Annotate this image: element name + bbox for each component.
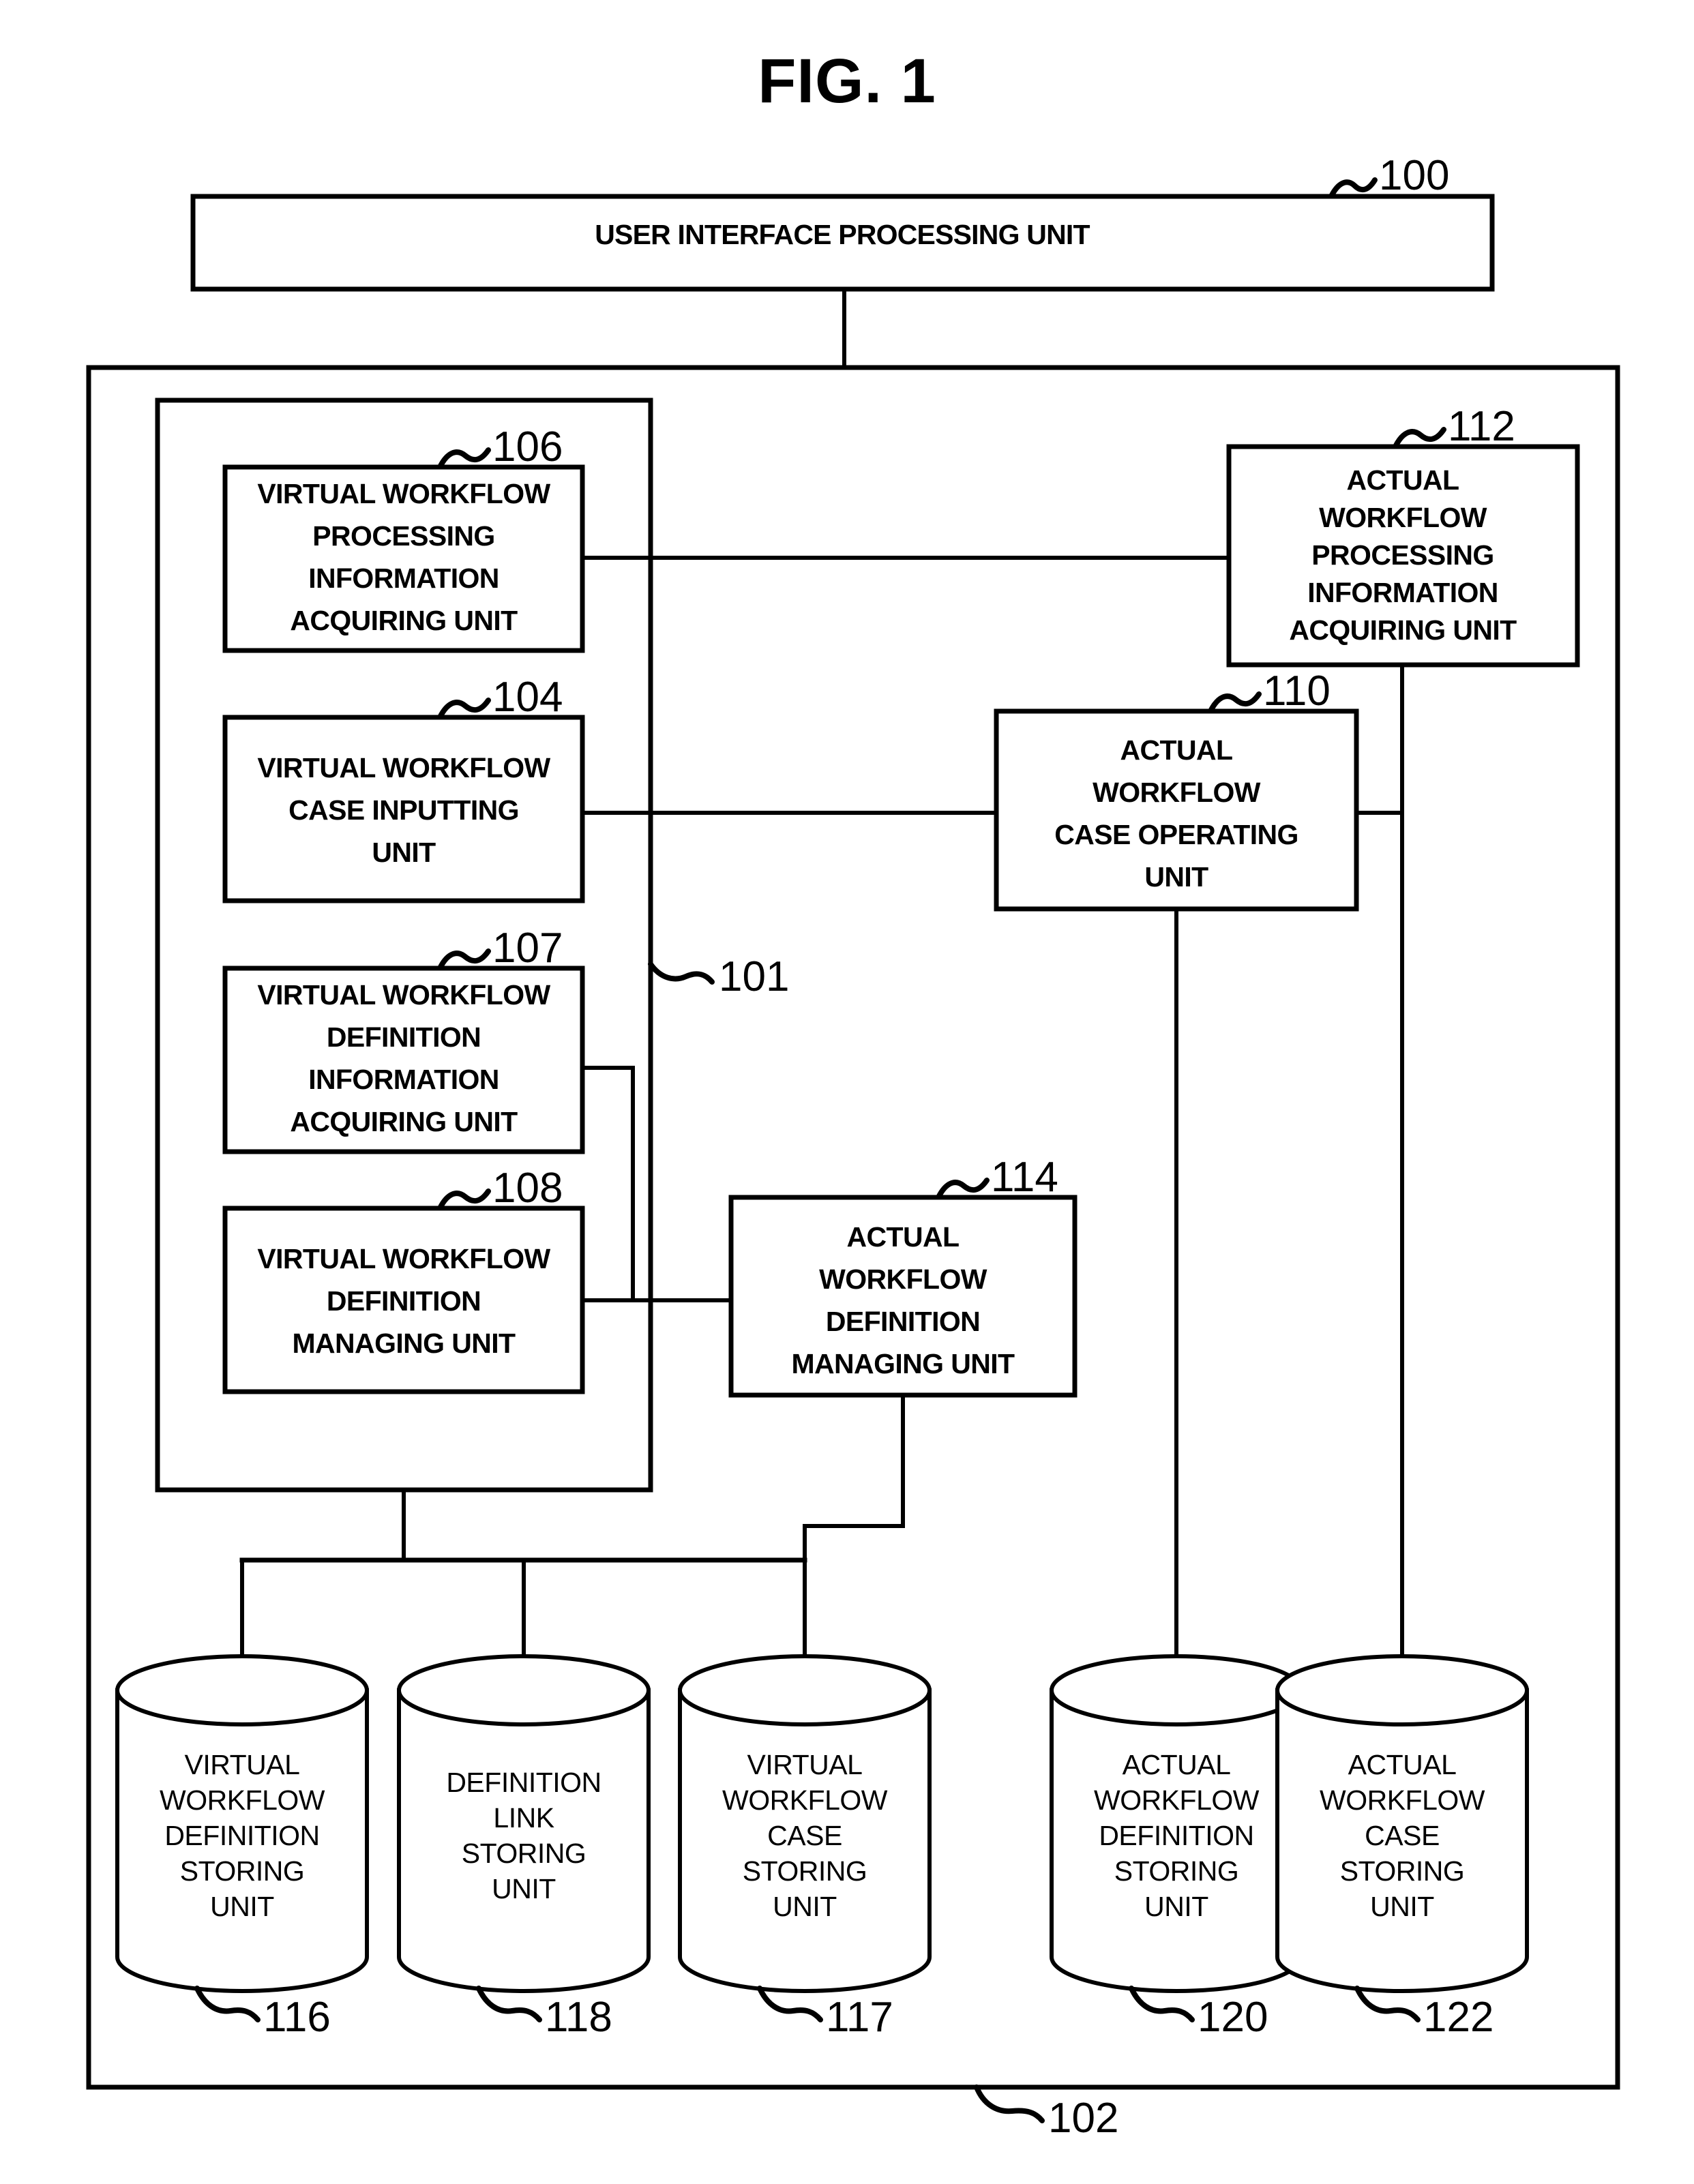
ref-108: 108	[492, 1165, 563, 1212]
store-120-line-4: STORING	[1114, 1855, 1239, 1887]
store-120-cylinder-top	[1050, 1654, 1303, 1726]
ref-120: 120	[1198, 1994, 1268, 2041]
ref-114-leader	[936, 1178, 990, 1200]
store-122-line-3: CASE	[1365, 1820, 1440, 1851]
diagram-canvas: FIG. 1 100 USER INTERFACE PROCESSING UNI…	[86, 46, 1620, 2142]
box-112-line-3: PROCESSING	[1311, 539, 1494, 571]
store-118-line-1: DEFINITION	[446, 1767, 601, 1798]
ref-101-leader	[648, 961, 715, 985]
store-116-line-2: WORKFLOW	[160, 1784, 325, 1816]
store-118-group[interactable]: DEFINITION LINK STORING UNIT 118	[397, 1654, 651, 2041]
ref-106-leader	[437, 447, 491, 470]
box-106-line-2: PROCESSING	[312, 520, 494, 552]
box-112-line-1: ACTUAL	[1347, 464, 1459, 496]
store-122-line-4: STORING	[1340, 1855, 1465, 1887]
ref-107-leader	[437, 948, 491, 971]
box-107-line-1: VIRTUAL WORKFLOW	[257, 979, 550, 1011]
ref-117: 117	[826, 1994, 893, 2041]
store-117-line-3: CASE	[767, 1820, 842, 1851]
store-118-line-3: STORING	[462, 1838, 586, 1869]
box-108-line-3: MANAGING UNIT	[292, 1328, 516, 1359]
store-116-line-3: DEFINITION	[164, 1820, 319, 1851]
ref-102: 102	[1048, 2095, 1118, 2142]
box-106-line-3: INFORMATION	[308, 563, 499, 594]
box-110-line-1: ACTUAL	[1120, 734, 1233, 766]
figure-title: FIG. 1	[758, 46, 936, 116]
box-114-line-4: MANAGING UNIT	[791, 1348, 1015, 1379]
ref-101: 101	[719, 953, 789, 1000]
box-110-line-2: WORKFLOW	[1093, 777, 1261, 808]
ref-112-leader	[1393, 427, 1446, 449]
ref-110-leader	[1208, 691, 1262, 714]
store-118-line-2: LINK	[493, 1802, 554, 1834]
ref-116: 116	[263, 1994, 331, 2041]
ref-106: 106	[492, 423, 563, 470]
store-116-line-4: STORING	[180, 1855, 305, 1887]
box-112-line-5: ACQUIRING UNIT	[1289, 614, 1517, 646]
store-117-group[interactable]: VIRTUAL WORKFLOW CASE STORING UNIT 117	[678, 1654, 932, 2041]
ref-100-leader	[1328, 177, 1378, 199]
store-122-cylinder-top	[1275, 1654, 1529, 1726]
box-104-line-2: CASE INPUTTING	[288, 794, 519, 826]
store-118-cylinder-top	[397, 1654, 651, 1726]
ref-118: 118	[545, 1994, 612, 2041]
ref-100: 100	[1379, 152, 1449, 199]
ref-104-leader	[437, 698, 491, 720]
ref-108-leader	[437, 1188, 491, 1211]
box-107-line-3: INFORMATION	[308, 1064, 499, 1095]
ref-107: 107	[492, 925, 563, 972]
store-116-cylinder-top	[115, 1654, 369, 1726]
store-122-group[interactable]: ACTUAL WORKFLOW CASE STORING UNIT 122	[1275, 1654, 1529, 2041]
box-114-line-2: WORKFLOW	[819, 1263, 987, 1295]
box-104-line-3: UNIT	[372, 837, 436, 868]
ref-102-leader	[974, 2084, 1045, 2123]
store-122-line-5: UNIT	[1370, 1891, 1434, 1922]
store-120-line-2: WORKFLOW	[1094, 1784, 1260, 1816]
box-108-line-2: DEFINITION	[327, 1285, 481, 1317]
ref-122: 122	[1423, 1994, 1494, 2041]
box-106-line-1: VIRTUAL WORKFLOW	[257, 478, 550, 509]
ref-114: 114	[991, 1154, 1058, 1201]
box-114-line-3: DEFINITION	[826, 1306, 980, 1337]
store-120-line-3: DEFINITION	[1099, 1820, 1253, 1851]
store-122-line-2: WORKFLOW	[1320, 1784, 1485, 1816]
store-118-line-4: UNIT	[492, 1873, 556, 1904]
store-117-line-4: STORING	[743, 1855, 867, 1887]
store-117-line-1: VIRTUAL	[747, 1749, 863, 1780]
ref-104: 104	[492, 674, 563, 721]
patent-figure-1: FIG. 1 100 USER INTERFACE PROCESSING UNI…	[0, 0, 1694, 2184]
store-116-group[interactable]: VIRTUAL WORKFLOW DEFINITION STORING UNIT…	[115, 1654, 369, 2041]
box-114-line-1: ACTUAL	[847, 1221, 960, 1253]
store-116-line-5: UNIT	[210, 1891, 274, 1922]
box-107-line-4: ACQUIRING UNIT	[290, 1106, 518, 1137]
store-117-cylinder-top	[678, 1654, 932, 1726]
box-104-line-1: VIRTUAL WORKFLOW	[257, 752, 550, 783]
user-interface-processing-unit-label: USER INTERFACE PROCESSING UNIT	[595, 219, 1090, 250]
box-110-line-4: UNIT	[1144, 861, 1208, 893]
store-120-line-1: ACTUAL	[1123, 1749, 1231, 1780]
store-117-line-2: WORKFLOW	[722, 1784, 888, 1816]
box-112-line-4: INFORMATION	[1307, 577, 1498, 608]
box-108-line-1: VIRTUAL WORKFLOW	[257, 1243, 550, 1274]
box-110-line-3: CASE OPERATING	[1054, 819, 1298, 850]
ref-110: 110	[1263, 668, 1331, 715]
store-120-line-5: UNIT	[1144, 1891, 1208, 1922]
box-107-line-2: DEFINITION	[327, 1021, 481, 1053]
store-120-group[interactable]: ACTUAL WORKFLOW DEFINITION STORING UNIT …	[1050, 1654, 1303, 2041]
store-117-line-5: UNIT	[773, 1891, 837, 1922]
box-106-line-4: ACQUIRING UNIT	[290, 605, 518, 636]
store-116-line-1: VIRTUAL	[185, 1749, 300, 1780]
box-112-line-2: WORKFLOW	[1319, 502, 1487, 533]
ref-112: 112	[1448, 403, 1515, 450]
store-122-line-1: ACTUAL	[1348, 1749, 1457, 1780]
